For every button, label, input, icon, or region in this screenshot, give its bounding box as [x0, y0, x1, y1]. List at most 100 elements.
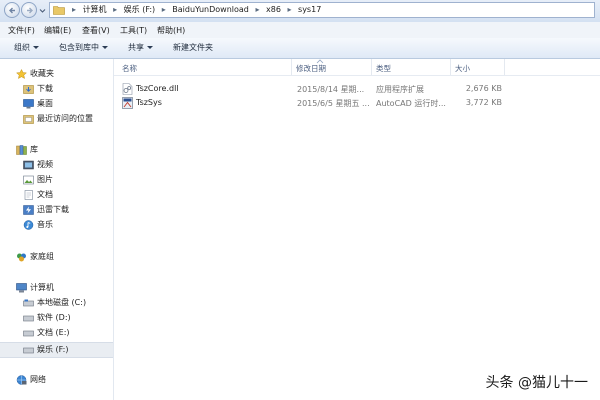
sidebar-item-drive-e[interactable]: 文档 (E:): [0, 326, 113, 340]
file-name: TszSys: [136, 98, 162, 107]
file-row[interactable]: TszSys 2015/6/5 星期五 ... AutoCAD 运行时... 3…: [114, 96, 514, 110]
chevron-down-icon: [102, 46, 108, 49]
chevron-down-icon: [33, 46, 39, 49]
sidebar-item-music[interactable]: 音乐: [0, 218, 113, 232]
recent-pages-dropdown-icon[interactable]: [39, 7, 46, 14]
menu-view[interactable]: 查看(V): [82, 25, 110, 36]
sidebar-item-drive-f[interactable]: 娱乐 (F:): [0, 342, 113, 358]
column-header-modified[interactable]: 修改日期: [296, 63, 326, 74]
breadcrumb-folder-sys17[interactable]: sys17: [298, 3, 321, 17]
breadcrumb-computer[interactable]: 计算机: [83, 3, 107, 17]
sidebar-label-desktop: 桌面: [37, 99, 53, 108]
computer-icon: [16, 283, 27, 293]
column-divider[interactable]: [371, 59, 372, 75]
sidebar-label-drive-d: 软件 (D:): [37, 313, 71, 322]
sidebar-label-computer: 计算机: [30, 283, 54, 292]
sidebar-item-documents[interactable]: 文档: [0, 188, 113, 202]
sidebar-label-homegroup: 家庭组: [30, 252, 54, 261]
forward-button[interactable]: [21, 2, 37, 18]
chevron-down-icon: [147, 46, 153, 49]
sidebar-item-downloads[interactable]: 下载: [0, 82, 113, 96]
video-icon: [23, 160, 34, 170]
recent-places-icon: [23, 115, 34, 124]
drive-icon: [23, 315, 34, 322]
address-row: ▸ 计算机 ▸ 娱乐 (F:) ▸ BaiduYunDownload ▸ x86…: [0, 0, 600, 23]
homegroup-icon: [17, 253, 26, 262]
sidebar-label-drive-c: 本地磁盘 (C:): [37, 298, 87, 307]
include-in-library-button[interactable]: 包含到库中: [59, 42, 108, 53]
file-size: 2,676 KB: [465, 84, 502, 93]
share-label: 共享: [128, 43, 144, 52]
file-modified: 2015/6/5 星期五 ...: [297, 99, 370, 108]
column-divider[interactable]: [504, 59, 505, 75]
breadcrumb-separator-icon: ▸: [161, 5, 166, 14]
downloads-folder-icon: [23, 85, 34, 94]
file-modified: 2015/8/14 星期...: [297, 85, 365, 94]
share-button[interactable]: 共享: [128, 42, 153, 53]
command-toolbar: 组织 包含到库中 共享 新建文件夹: [0, 38, 600, 59]
sidebar-label-thunder-downloads: 迅雷下载: [37, 205, 69, 214]
sidebar-item-computer[interactable]: 计算机: [0, 281, 113, 295]
sidebar-label-recent: 最近访问的位置: [37, 114, 93, 123]
breadcrumb-separator-icon: ▸: [255, 5, 260, 14]
sidebar-item-drive-d[interactable]: 软件 (D:): [0, 311, 113, 325]
menu-tools[interactable]: 工具(T): [120, 25, 147, 36]
column-header-type[interactable]: 类型: [376, 63, 391, 74]
navigation-pane: 收藏夹 下载 桌面 最近访问的位置 库 视频 图片 文档 迅雷下载 音乐 家庭组: [0, 59, 114, 400]
menu-help[interactable]: 帮助(H): [157, 25, 185, 36]
file-type: 应用程序扩展: [376, 85, 424, 94]
sidebar-item-network[interactable]: 网络: [0, 373, 113, 387]
file-name: TszCore.dll: [136, 84, 179, 93]
sidebar-item-videos[interactable]: 视频: [0, 158, 113, 172]
sidebar-item-homegroup[interactable]: 家庭组: [0, 250, 113, 264]
music-icon: [23, 220, 34, 230]
menu-edit[interactable]: 编辑(E): [44, 25, 71, 36]
dll-file-icon: [122, 83, 133, 95]
file-row[interactable]: TszCore.dll 2015/8/14 星期... 应用程序扩展 2,676…: [114, 82, 514, 96]
documents-icon: [24, 190, 33, 200]
autocad-file-icon: [122, 97, 133, 109]
breadcrumb-folder-x86[interactable]: x86: [266, 3, 281, 17]
drive-icon: [23, 330, 34, 337]
menu-file[interactable]: 文件(F): [8, 25, 35, 36]
address-bar[interactable]: ▸ 计算机 ▸ 娱乐 (F:) ▸ BaiduYunDownload ▸ x86…: [49, 2, 595, 18]
network-icon: [16, 375, 27, 385]
sidebar-label-drive-f: 娱乐 (F:): [37, 345, 69, 354]
file-size: 3,772 KB: [465, 98, 502, 107]
sidebar-item-libraries[interactable]: 库: [0, 143, 113, 157]
breadcrumb-separator-icon: ▸: [72, 5, 77, 14]
column-header-size[interactable]: 大小: [455, 63, 470, 74]
sidebar-label-favorites: 收藏夹: [30, 69, 54, 78]
organize-button[interactable]: 组织: [14, 42, 39, 53]
sidebar-item-desktop[interactable]: 桌面: [0, 97, 113, 111]
back-button[interactable]: [4, 2, 20, 18]
breadcrumb-folder-download[interactable]: BaiduYunDownload: [172, 3, 249, 17]
column-header-row: 名称 修改日期 类型 大小: [114, 59, 600, 76]
sidebar-label-pictures: 图片: [37, 175, 53, 184]
sidebar-label-drive-e: 文档 (E:): [37, 328, 70, 337]
breadcrumb-separator-icon: ▸: [287, 5, 292, 14]
breadcrumb-separator-icon: ▸: [113, 5, 118, 14]
sidebar-item-drive-c[interactable]: 本地磁盘 (C:): [0, 296, 113, 310]
local-disk-icon: [23, 299, 34, 307]
back-arrow-icon: [9, 7, 15, 14]
breadcrumb-drive[interactable]: 娱乐 (F:): [124, 3, 155, 17]
sidebar-item-favorites[interactable]: 收藏夹: [0, 67, 113, 81]
menu-bar: 文件(F) 编辑(E) 查看(V) 工具(T) 帮助(H): [0, 22, 600, 39]
column-header-name[interactable]: 名称: [122, 63, 137, 74]
sidebar-item-thunder-downloads[interactable]: 迅雷下载: [0, 203, 113, 217]
folder-icon: [53, 6, 65, 15]
column-divider[interactable]: [291, 59, 292, 75]
include-in-library-label: 包含到库中: [59, 43, 99, 52]
forward-arrow-icon: [27, 7, 33, 14]
sidebar-label-documents: 文档: [37, 190, 53, 199]
organize-label: 组织: [14, 43, 30, 52]
column-divider[interactable]: [450, 59, 451, 75]
sidebar-item-pictures[interactable]: 图片: [0, 173, 113, 187]
watermark: 头条 @猫儿十一: [485, 375, 588, 391]
thunder-downloads-icon: [23, 205, 34, 215]
new-folder-button[interactable]: 新建文件夹: [173, 42, 213, 53]
sidebar-label-network: 网络: [30, 375, 46, 384]
sidebar-item-recent[interactable]: 最近访问的位置: [0, 112, 113, 126]
sidebar-label-libraries: 库: [30, 145, 38, 154]
